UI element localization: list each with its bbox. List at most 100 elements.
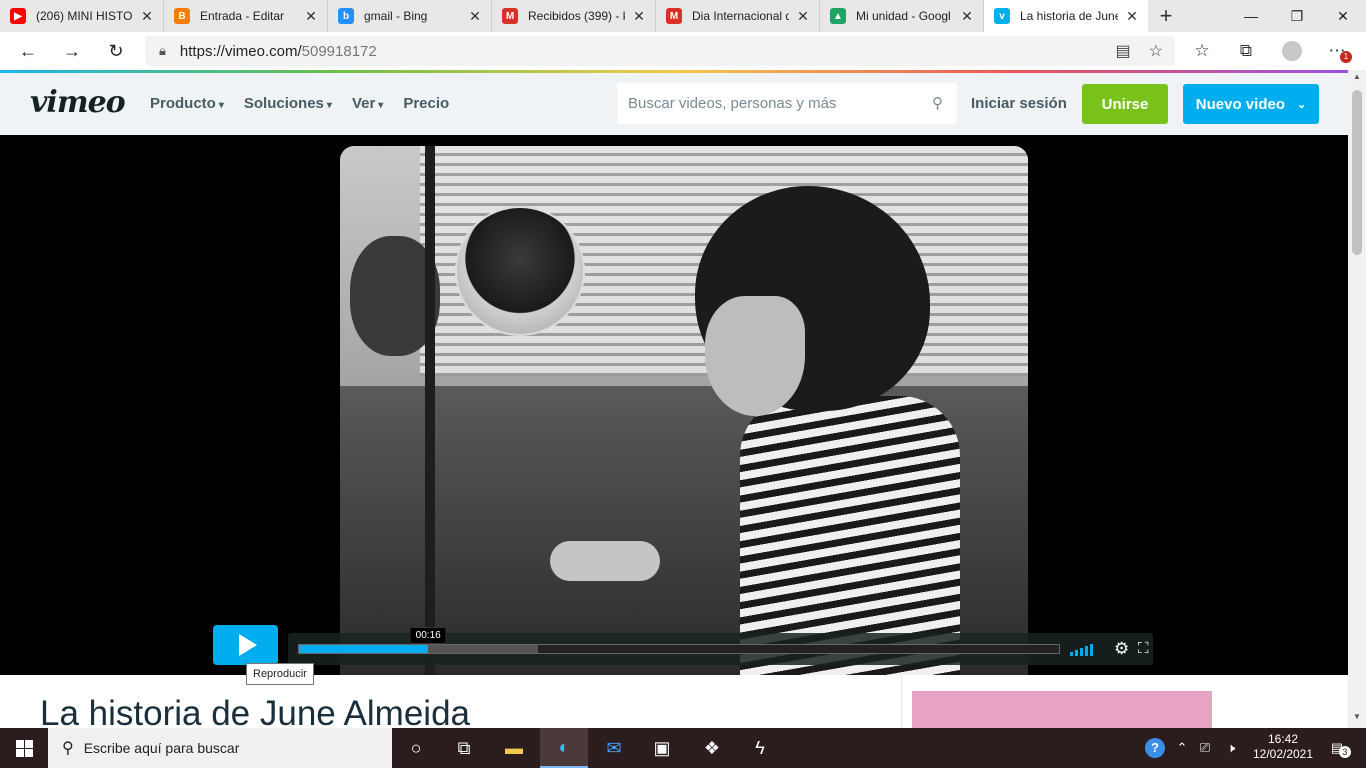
read-aloud-icon[interactable]: ▤ [1116, 41, 1131, 61]
app-icon[interactable]: ϟ [736, 728, 784, 768]
browser-tab[interactable]: ▲ Mi unidad - Googl ✕ [820, 0, 984, 32]
volume-icon[interactable] [1070, 642, 1093, 656]
dropbox-icon[interactable]: ❖ [688, 728, 736, 768]
start-button[interactable] [0, 728, 48, 768]
nav-item-label: Precio [403, 95, 450, 112]
volume-tray-icon[interactable]: 🕨︎ [1220, 728, 1242, 768]
store-icon[interactable]: ▣ [638, 728, 686, 768]
play-button[interactable] [213, 625, 278, 665]
lock-icon: 🔒︎ [159, 43, 166, 58]
tab-title: (206) MINI HISTORI [36, 9, 133, 23]
nav-item-producto[interactable]: Producto ▾ [150, 95, 224, 112]
windows-logo-icon [15, 739, 33, 757]
browser-tab-strip: ▶ (206) MINI HISTORI ✕ B Entrada - Editar ✕ bg… [0, 0, 1366, 32]
nav-item-precio[interactable]: Precio [403, 95, 449, 112]
back-button[interactable]: ← [6, 32, 50, 70]
new-video-label: Nuevo video [1195, 95, 1285, 113]
chevron-down-icon: ▾ [326, 100, 332, 111]
file-explorer-icon[interactable]: ▬ [490, 728, 538, 768]
show-hidden-icons-icon[interactable]: ⌃ [1172, 728, 1192, 768]
maximize-button[interactable]: ❐ [1274, 0, 1320, 32]
add-favorite-icon[interactable]: ☆ [1149, 41, 1163, 61]
youtube-icon: ▶ [10, 8, 26, 24]
play-icon [238, 634, 257, 656]
notification-count: 3 [1338, 746, 1351, 758]
browser-tab[interactable]: v La historia de June ✕ [984, 0, 1148, 32]
profile-avatar[interactable] [1281, 40, 1303, 62]
search-input[interactable] [628, 95, 918, 112]
current-time: 00:16 [409, 627, 447, 644]
scroll-up-arrow[interactable]: ▲ [1348, 72, 1366, 86]
close-tab-icon[interactable]: ✕ [303, 8, 319, 25]
edge-browser-icon[interactable]: ◐ [540, 728, 588, 768]
progress-bar[interactable]: 00:16 [298, 627, 1060, 654]
browser-tab[interactable]: ▶ (206) MINI HISTORI ✕ [0, 0, 164, 32]
url-host: https://vimeo.com/ [179, 42, 302, 60]
control-bar: 00:16 ⚙ ⛶ [288, 627, 1153, 665]
taskbar-search-placeholder: Escribe aquí para buscar [83, 740, 240, 756]
vimeo-logo[interactable]: vimeo [30, 85, 126, 120]
close-window-button[interactable]: ✕ [1320, 0, 1366, 32]
taskbar-search[interactable]: ⚲ Escribe aquí para buscar [48, 728, 392, 768]
lab-flask [455, 206, 585, 336]
tab-title: Dia Internacional d [692, 9, 789, 23]
fullscreen-icon[interactable]: ⛶ [1138, 640, 1149, 657]
network-icon[interactable]: ⎚ [1194, 728, 1216, 768]
login-link[interactable]: Iniciar sesión [971, 95, 1067, 112]
reload-button[interactable]: ↻ [94, 32, 138, 70]
nav-item-soluciones[interactable]: Soluciones ▾ [244, 95, 332, 112]
browser-tab[interactable]: B Entrada - Editar ✕ [164, 0, 328, 32]
system-clock[interactable]: 16:42 12/02/2021 [1252, 732, 1314, 762]
join-button[interactable]: Unirse [1082, 84, 1168, 124]
scroll-thumb[interactable] [1352, 90, 1362, 255]
close-tab-icon[interactable]: ✕ [1124, 8, 1140, 25]
url-bar[interactable]: 🔒︎ https://vimeo.com/509918172 ▤ ☆ [145, 36, 1175, 66]
browser-tab[interactable]: b gmail - Bing ✕ [328, 0, 492, 32]
favorites-icon[interactable]: ☆ [1191, 40, 1213, 62]
close-tab-icon[interactable]: ✕ [631, 8, 647, 25]
page-scrollbar[interactable]: ▲ ▼ [1348, 70, 1366, 728]
new-tab-button[interactable]: + [1148, 0, 1184, 32]
minimize-button[interactable]: — [1228, 0, 1274, 32]
forward-button[interactable]: → [50, 32, 94, 70]
cortana-icon[interactable]: ○ [392, 728, 440, 768]
url-path: 509918172 [301, 42, 377, 60]
address-bar-row: ← → ↻ 🔒︎ https://vimeo.com/509918172 ▤ ☆ [0, 32, 1366, 70]
close-tab-icon[interactable]: ✕ [467, 8, 483, 25]
close-tab-icon[interactable]: ✕ [959, 8, 975, 25]
search-box[interactable]: ⚲ [617, 83, 957, 124]
new-video-button[interactable]: Nuevo video ⌄ [1183, 84, 1319, 124]
close-tab-icon[interactable]: ✕ [795, 8, 811, 25]
browser-tab[interactable]: M Dia Internacional d ✕ [656, 0, 820, 32]
mail-icon[interactable]: ✉ [590, 728, 638, 768]
gmail-icon: M [666, 8, 682, 24]
clock-time: 16:42 [1267, 732, 1299, 746]
tab-title: La historia de June [1020, 9, 1118, 23]
chevron-down-icon: ▾ [218, 100, 224, 111]
nav-item-label: Producto [150, 95, 216, 112]
sidebar-ad-panel [912, 691, 1212, 728]
main-nav: Producto ▾ Soluciones ▾ Ver ▾ Precio [150, 95, 449, 112]
tab-title: Recibidos (399) - k [528, 9, 625, 23]
clock-date: 12/02/2021 [1252, 747, 1314, 761]
close-tab-icon[interactable]: ✕ [139, 8, 155, 25]
nav-item-label: Soluciones [243, 95, 324, 112]
action-center-icon[interactable]: ▤ 3 [1322, 728, 1352, 768]
video-player[interactable]: 00:16 ⚙ ⛶ [0, 135, 1348, 675]
chevron-down-icon: ▾ [378, 100, 384, 111]
tab-title: gmail - Bing [364, 9, 428, 23]
vimeo-icon: v [994, 8, 1010, 24]
help-icon[interactable]: ? [1142, 728, 1168, 768]
search-icon[interactable]: ⚲ [932, 94, 943, 112]
windows-taskbar: ⚲ Escribe aquí para buscar ○ ⧉ ▬ ◐ ✉ ▣ ❖… [0, 728, 1366, 768]
search-icon: ⚲ [62, 740, 74, 757]
settings-gear-icon[interactable]: ⚙ [1114, 639, 1129, 659]
task-view-icon[interactable]: ⧉ [440, 728, 488, 768]
tab-title: Entrada - Editar [200, 9, 285, 23]
collections-icon[interactable]: ⧉ [1235, 40, 1257, 62]
scroll-down-arrow[interactable]: ▼ [1348, 712, 1366, 726]
browser-tab[interactable]: M Recibidos (399) - k ✕ [492, 0, 656, 32]
vimeo-header: vimeo Producto▾Soluciones▾Ver▾Precio ⚲ I… [0, 73, 1348, 135]
nav-item-ver[interactable]: Ver ▾ [352, 95, 383, 112]
play-tooltip: Reproducir [246, 663, 314, 685]
